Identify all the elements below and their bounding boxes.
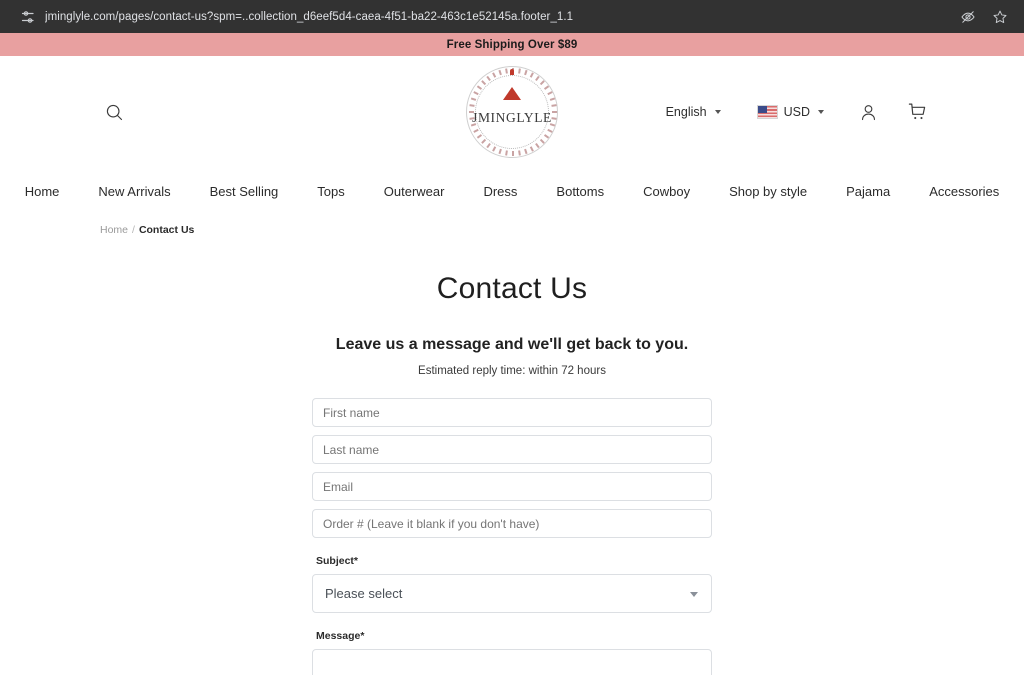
shopping-cart-icon	[908, 103, 926, 120]
breadcrumb-item-current: Contact Us	[138, 224, 195, 236]
site-logo[interactable]: JMINGLYLE	[464, 64, 560, 160]
contact-form: Subject* Please select Message*	[312, 398, 712, 675]
breadcrumb-separator: /	[132, 224, 135, 236]
url-text: jminglyle.com/pages/contact-us?spm=..col…	[45, 10, 574, 23]
dress-icon	[503, 69, 521, 100]
cart-button[interactable]	[907, 101, 929, 123]
email-input[interactable]	[312, 472, 712, 501]
message-textarea[interactable]	[312, 649, 712, 675]
search-button[interactable]	[100, 98, 128, 126]
reply-time-note: Estimated reply time: within 72 hours	[418, 365, 606, 377]
announcement-text: Free Shipping Over $89	[446, 38, 578, 51]
address-bar[interactable]: jminglyle.com/pages/contact-us?spm=..col…	[10, 5, 960, 29]
nav-item-tops[interactable]: Tops	[298, 184, 364, 199]
nav-item-shop-by-style[interactable]: Shop by style	[710, 184, 827, 199]
nav-item-cowboy[interactable]: Cowboy	[624, 184, 710, 199]
language-selector[interactable]: English	[666, 105, 721, 119]
tune-icon[interactable]	[20, 9, 36, 25]
main-navigation: Home New Arrivals Best Selling Tops Outerwea…	[0, 168, 1024, 214]
nav-item-home[interactable]: Home	[5, 184, 79, 199]
subject-selected-value: Please select	[325, 586, 403, 601]
nav-item-outerwear[interactable]: Outerwear	[364, 184, 464, 199]
currency-label: USD	[783, 105, 810, 119]
star-icon[interactable]	[992, 9, 1008, 25]
browser-toolbar: jminglyle.com/pages/contact-us?spm=..col…	[0, 0, 1024, 33]
nav-item-dress[interactable]: Dress	[464, 184, 537, 199]
nav-item-new-arrivals[interactable]: New Arrivals	[79, 184, 190, 199]
nav-item-best-selling[interactable]: Best Selling	[190, 184, 298, 199]
logo-text: JMINGLYLE	[472, 110, 552, 125]
order-number-input[interactable]	[312, 509, 712, 538]
chevron-down-icon	[690, 591, 698, 597]
announcement-bar: Free Shipping Over $89	[0, 33, 1024, 56]
last-name-input[interactable]	[312, 435, 712, 464]
first-name-input[interactable]	[312, 398, 712, 427]
breadcrumb: Home / Contact Us	[0, 214, 1024, 236]
search-icon	[106, 104, 122, 120]
site-header: JMINGLYLE English USD	[0, 56, 1024, 168]
account-button[interactable]	[858, 102, 879, 123]
page-title: Contact Us	[436, 272, 588, 305]
nav-item-bottoms[interactable]: Bottoms	[537, 184, 624, 199]
nav-item-pajama[interactable]: Pajama	[827, 184, 910, 199]
subject-label: Subject*	[316, 555, 359, 567]
breadcrumb-item-home[interactable]: Home	[100, 224, 128, 236]
language-label: English	[665, 105, 707, 119]
browser-actions	[960, 9, 1008, 25]
us-flag-icon	[756, 105, 778, 119]
chevron-down-icon	[818, 110, 824, 114]
chevron-down-icon	[714, 110, 721, 114]
subject-select[interactable]: Please select	[312, 574, 712, 613]
person-icon	[861, 104, 876, 120]
message-label: Message*	[316, 630, 365, 642]
page-subtitle: Leave us a message and we'll get back to…	[335, 336, 689, 353]
nav-item-accessories[interactable]: Accessories	[910, 184, 1019, 199]
header-utilities: English USD	[666, 101, 929, 123]
main-content: Contact Us Leave us a message and we'll …	[0, 272, 1024, 675]
eye-slash-icon[interactable]	[960, 9, 976, 25]
currency-selector[interactable]: USD	[756, 105, 824, 119]
